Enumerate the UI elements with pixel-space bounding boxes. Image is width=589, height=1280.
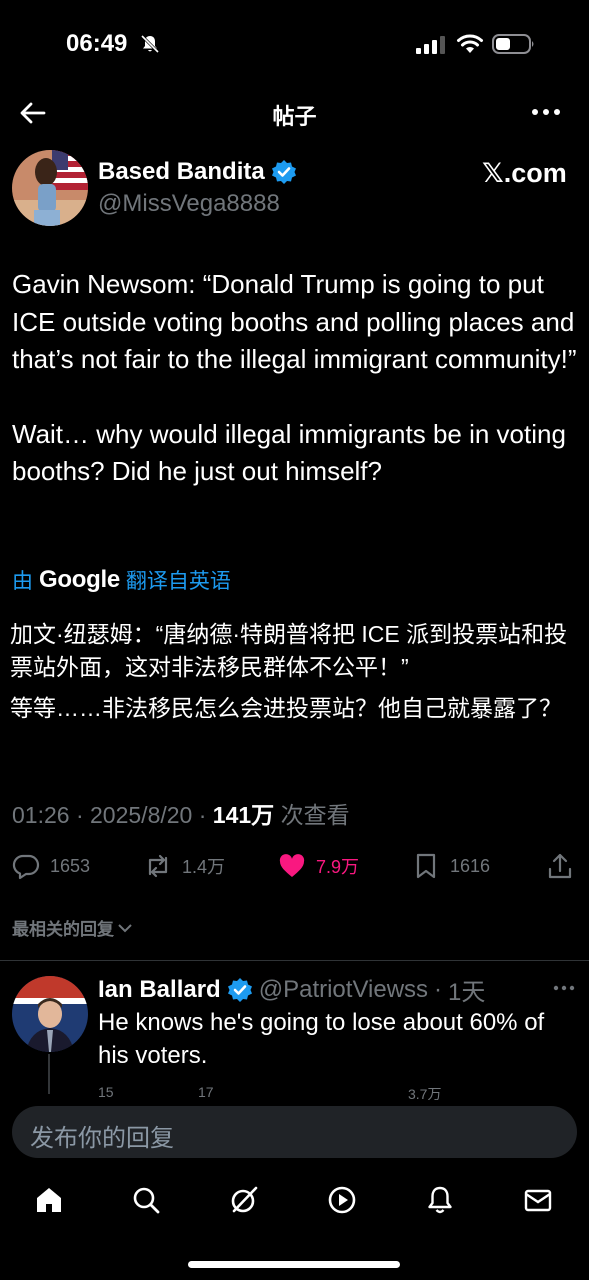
bell-muted-icon bbox=[140, 34, 160, 54]
status-time: 06:49 bbox=[66, 30, 128, 57]
reply-author-name[interactable]: Ian Ballard bbox=[98, 976, 221, 1004]
replies-sort-dropdown[interactable]: 最相关的回复 bbox=[12, 915, 132, 940]
tweet-paragraph: Wait… why would illegal immigrants be in… bbox=[12, 418, 566, 487]
heart-icon bbox=[279, 854, 305, 877]
battery-icon bbox=[492, 34, 534, 54]
more-icon[interactable] bbox=[552, 978, 576, 998]
repost-count: 1.4万 bbox=[182, 857, 226, 877]
thread-line bbox=[48, 1054, 50, 1094]
tweet-time: 01:26 bbox=[12, 802, 70, 828]
verified-icon bbox=[227, 977, 252, 1002]
translation-attribution[interactable]: 由 Google 翻译自英语 bbox=[12, 565, 231, 595]
repost-icon bbox=[148, 854, 168, 878]
reply-actions: 15 17 3.7万 bbox=[98, 1082, 578, 1100]
reply-compose-input[interactable]: 发布你的回复 bbox=[12, 1106, 577, 1158]
more-icon[interactable] bbox=[530, 98, 562, 126]
repost-button[interactable]: 1.4万 bbox=[144, 846, 225, 886]
like-button[interactable]: 7.9万 bbox=[278, 846, 359, 886]
reply-author-handle[interactable]: @PatriotViewss bbox=[259, 976, 428, 1004]
divider bbox=[0, 960, 589, 961]
tweet-paragraph: Gavin Newsom: “Donald Trump is going to … bbox=[12, 269, 577, 374]
notifications-icon[interactable] bbox=[424, 1184, 456, 1216]
search-icon[interactable] bbox=[130, 1184, 162, 1216]
page-title: 帖子 bbox=[272, 104, 317, 129]
wifi-icon bbox=[457, 34, 483, 53]
cellular-signal-icon bbox=[416, 36, 445, 54]
translated-paragraph: 加文·纽瑟姆：“唐纳德·特朗普将把 ICE 派到投票站和投票站外面，这对非法移民… bbox=[10, 621, 568, 680]
reply-avatar[interactable] bbox=[12, 976, 88, 1052]
reply-text: He knows he's going to lose about 60% of… bbox=[98, 1009, 545, 1069]
source-label: 𝕏.com bbox=[482, 158, 567, 188]
messages-icon[interactable] bbox=[522, 1184, 554, 1216]
reply-icon bbox=[12, 854, 40, 880]
translated-paragraph: 等等……非法移民怎么会进投票站？他自己就暴露了？ bbox=[10, 695, 562, 721]
reply-age: 1天 bbox=[448, 979, 486, 1006]
author-handle[interactable]: @MissVega8888 bbox=[98, 190, 280, 218]
compose-placeholder[interactable]: 发布你的回复 bbox=[30, 1118, 174, 1153]
author-name[interactable]: Based Bandita bbox=[98, 158, 297, 186]
share-button[interactable] bbox=[546, 846, 574, 886]
video-icon[interactable] bbox=[326, 1184, 358, 1216]
meta-separator: · bbox=[198, 802, 207, 828]
reply-button[interactable]: 1653 bbox=[12, 846, 90, 886]
view-label: 次查看 bbox=[280, 802, 350, 828]
google-logo: Google bbox=[39, 566, 120, 593]
bookmark-icon bbox=[416, 853, 436, 879]
meta-separator: · bbox=[75, 802, 84, 828]
replies-sort-label[interactable]: 最相关的回复 bbox=[12, 915, 114, 940]
grok-icon[interactable] bbox=[228, 1184, 260, 1216]
tweet-date: 2025/8/20 bbox=[90, 802, 193, 828]
translation-by: 由 bbox=[12, 570, 33, 593]
tweet-text: Gavin Newsom: “Donald Trump is going to … bbox=[12, 266, 577, 491]
share-icon bbox=[548, 853, 572, 879]
translation-label[interactable]: 翻译自英语 bbox=[126, 565, 231, 595]
chevron-down-icon bbox=[118, 923, 132, 932]
bookmark-count: 1616 bbox=[450, 855, 491, 876]
reply-header: Ian Ballard @PatriotViewss · 1天 bbox=[98, 972, 485, 1007]
author-avatar[interactable] bbox=[12, 150, 88, 226]
reply-view-count[interactable]: 3.7万 bbox=[408, 1084, 441, 1100]
tweet-actions: 1653 1.4万 7.9万 1616 bbox=[0, 846, 589, 886]
reply-count: 1653 bbox=[50, 855, 91, 876]
like-count: 7.9万 bbox=[316, 857, 360, 877]
reply-separator: · bbox=[434, 975, 443, 1003]
verified-icon bbox=[271, 160, 296, 184]
reply-repost-count[interactable]: 17 bbox=[198, 1084, 214, 1100]
view-count: 141万 bbox=[212, 802, 275, 828]
home-indicator bbox=[188, 1261, 400, 1268]
tweet-meta: 01:26 · 2025/8/20 · 141万 次查看 bbox=[12, 796, 350, 830]
translated-text: 加文·纽瑟姆：“唐纳德·特朗普将把 ICE 派到投票站和投票站外面，这对非法移民… bbox=[10, 618, 580, 725]
home-icon[interactable] bbox=[33, 1184, 65, 1216]
author-name-text[interactable]: Based Bandita bbox=[98, 158, 265, 186]
reply-reply-count[interactable]: 15 bbox=[98, 1084, 114, 1100]
bookmark-button[interactable]: 1616 bbox=[412, 846, 490, 886]
